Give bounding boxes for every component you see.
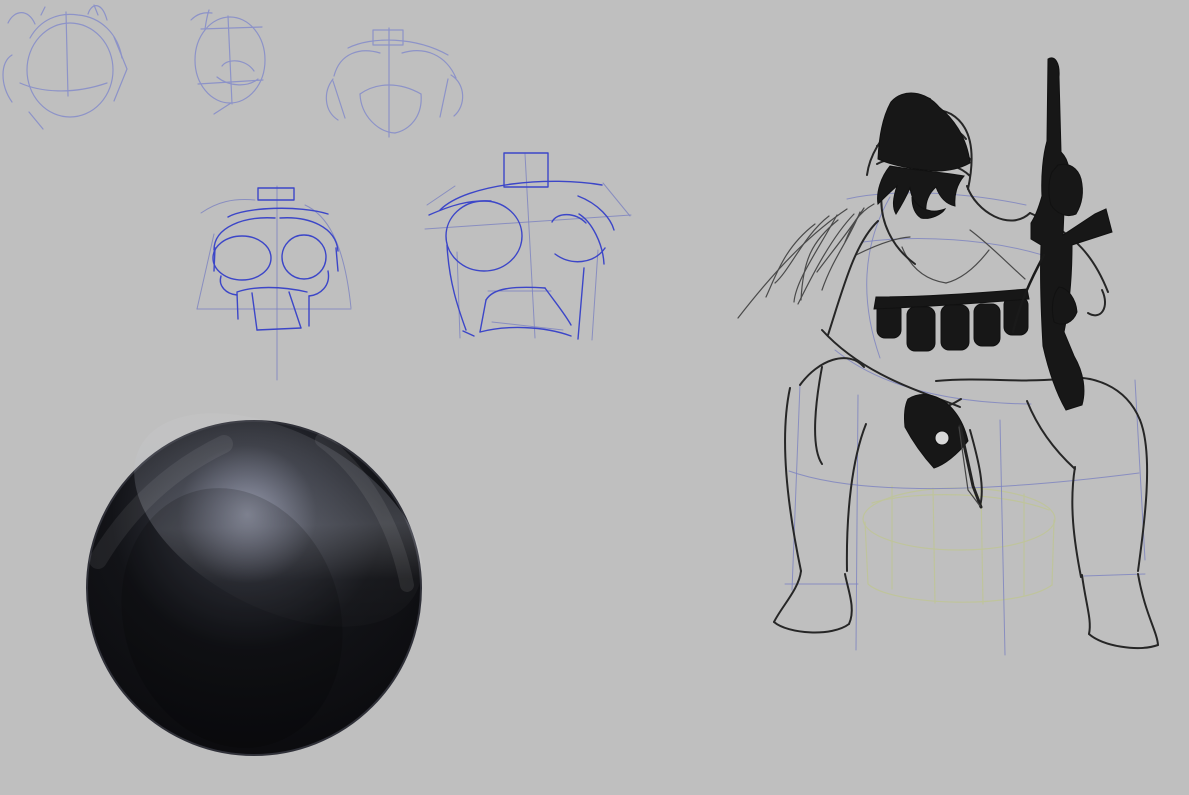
head-sketch-top-right: [325, 27, 464, 138]
skull-sketch-middle-right: [428, 152, 615, 340]
head-sketch-top-left: [2, 4, 128, 130]
head-sketch-top-middle: [190, 9, 266, 115]
figure-guides: [784, 192, 1146, 656]
dark-sphere: [86, 413, 422, 756]
drawing-canvas: [0, 0, 1189, 795]
barrel-sketch: [862, 485, 1056, 605]
seated-soldier-figure: [737, 57, 1159, 649]
sketch-layer: [2, 4, 1159, 756]
